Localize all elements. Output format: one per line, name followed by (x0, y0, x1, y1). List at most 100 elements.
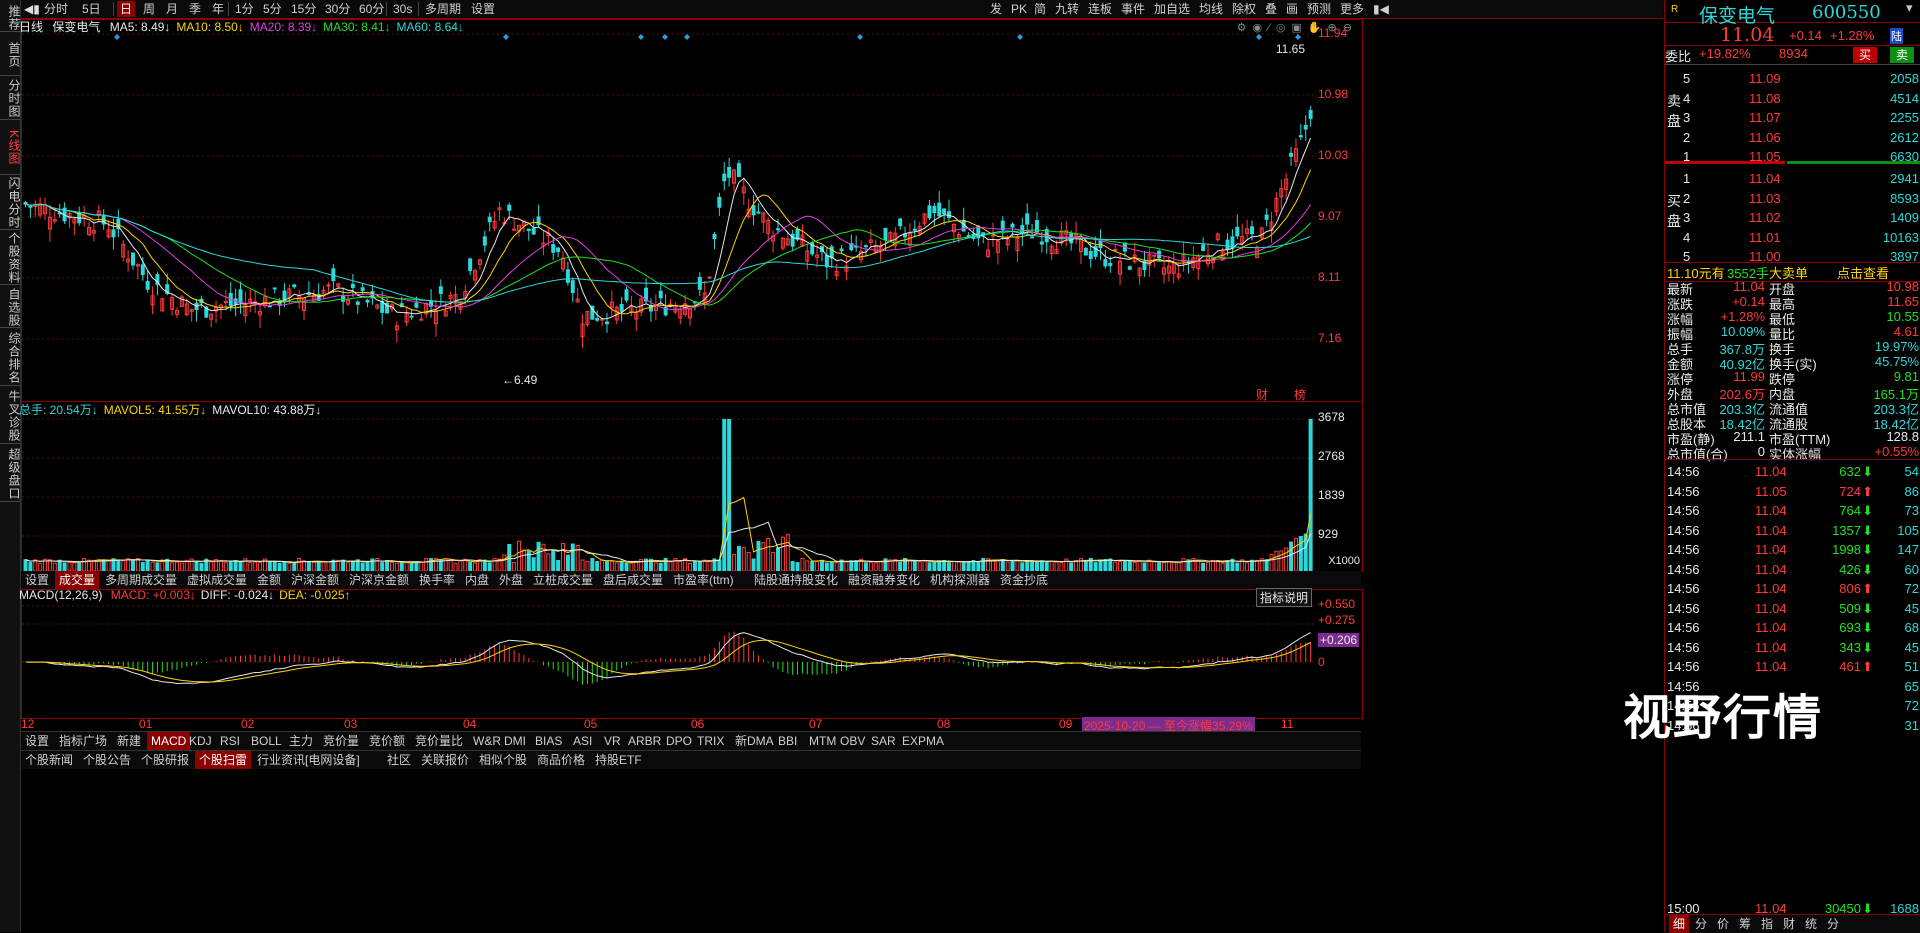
period-tab-13[interactable]: 多周期 (422, 1, 464, 17)
indicator-tab-15[interactable]: 机构探测器 (926, 571, 994, 589)
period-tab-0[interactable]: 分时 (41, 1, 71, 17)
indicator-select-19[interactable]: 新DMA (731, 732, 778, 750)
period-tab-4[interactable]: 月 (163, 1, 181, 17)
indicator-select-16[interactable]: ARBR (624, 732, 665, 750)
indicator-select-0[interactable]: 设置 (21, 732, 53, 750)
indicator-select-3[interactable]: MACD (147, 732, 191, 750)
order-row[interactable]: 1 11.04 2941 (1665, 171, 1920, 189)
sidebar-tab-2[interactable]: 分时图 (0, 76, 21, 120)
period-tab-5[interactable]: 季 (186, 1, 204, 17)
indicator-tab-13[interactable]: 陆股通持股变化 (750, 571, 842, 589)
indicator-tab-2[interactable]: 多周期成交量 (101, 571, 181, 589)
order-row[interactable]: 4 11.01 10163 (1665, 230, 1920, 248)
toolbar-right-12[interactable]: 更多 (1337, 1, 1367, 17)
indicator-select-18[interactable]: TRIX (693, 732, 728, 750)
quote-tab-6[interactable]: 统 (1801, 915, 1821, 933)
sidebar-tab-7[interactable]: 综合排名 (0, 328, 21, 386)
sidebar-tab-1[interactable]: 首页 (0, 32, 21, 76)
period-tab-9[interactable]: 15分 (288, 1, 319, 17)
order-row[interactable]: 3 11.07 2255 (1665, 110, 1920, 128)
indicator-select-7[interactable]: 主力 (285, 732, 317, 750)
sidebar-tab-4[interactable]: 闪电分时 (0, 175, 21, 230)
indicator-select-1[interactable]: 指标广场 (55, 732, 111, 750)
sidebar-tab-5[interactable]: 个股资料 (0, 230, 21, 285)
quote-tab-1[interactable]: 分 (1691, 915, 1711, 933)
indicator-select-10[interactable]: 竞价量比 (411, 732, 467, 750)
news-tab-0[interactable]: 个股新闻 (21, 751, 77, 769)
indicator-select-23[interactable]: SAR (867, 732, 900, 750)
menu-arrow-icon[interactable]: ▾ (1906, 0, 1913, 16)
collapse-icon[interactable]: ◀▮ (21, 1, 43, 17)
indicator-select-20[interactable]: BBI (774, 732, 801, 750)
toolbar-right-7[interactable]: 均线 (1196, 1, 1226, 17)
quote-tab-3[interactable]: 筹 (1735, 915, 1755, 933)
indicator-tab-14[interactable]: 融资融券变化 (844, 571, 924, 589)
indicator-select-6[interactable]: BOLL (247, 732, 286, 750)
indicator-tab-11[interactable]: 盘后成交量 (599, 571, 667, 589)
sidebar-tab-8[interactable]: 牛叉诊股 (0, 386, 21, 444)
toolbar-right-1[interactable]: PK (1008, 1, 1030, 17)
period-tab-12[interactable]: 30s (390, 1, 415, 17)
indicator-tab-9[interactable]: 外盘 (495, 571, 527, 589)
indicator-select-9[interactable]: 竞价额 (365, 732, 409, 750)
macd-chart[interactable] (22, 590, 1362, 718)
buy-button[interactable]: 买 (1853, 47, 1877, 63)
quote-tab-0[interactable]: 细 (1669, 915, 1690, 933)
sidebar-tab-3[interactable]: K线图 (0, 120, 21, 175)
indicator-select-17[interactable]: DPO (662, 732, 696, 750)
toolbar-more-icon[interactable]: ▮◀ (1370, 1, 1392, 17)
order-row[interactable]: 2 11.03 8593 (1665, 191, 1920, 209)
period-tab-11[interactable]: 60分 (356, 1, 387, 17)
order-row[interactable]: 2 11.06 2612 (1665, 130, 1920, 148)
indicator-tab-7[interactable]: 换手率 (415, 571, 459, 589)
quote-tab-4[interactable]: 指 (1757, 915, 1777, 933)
period-tab-1[interactable]: 5日 (79, 1, 104, 17)
news-tab-9[interactable]: 持股ETF (591, 751, 646, 769)
toolbar-right-2[interactable]: 简 (1031, 1, 1049, 17)
period-tab-6[interactable]: 年 (209, 1, 227, 17)
sidebar-tab-6[interactable]: 自选股 (0, 285, 21, 328)
kline-chart[interactable] (22, 20, 1362, 401)
sidebar-tab-0[interactable]: 推荐 (0, 2, 21, 32)
toolbar-right-10[interactable]: 画 (1283, 1, 1301, 17)
indicator-select-22[interactable]: OBV (836, 732, 869, 750)
indicator-tab-16[interactable]: 资金抄底 (996, 571, 1052, 589)
news-tab-2[interactable]: 个股研报 (137, 751, 193, 769)
news-tab-4[interactable]: 行业资讯[电网设备] (253, 751, 364, 769)
period-tab-3[interactable]: 周 (140, 1, 158, 17)
news-tab-1[interactable]: 个股公告 (79, 751, 135, 769)
indicator-select-8[interactable]: 竞价量 (319, 732, 363, 750)
toolbar-right-0[interactable]: 发 (987, 1, 1005, 17)
toolbar-right-11[interactable]: 预测 (1304, 1, 1334, 17)
toolbar-right-4[interactable]: 连板 (1085, 1, 1115, 17)
order-row[interactable]: 3 11.02 1409 (1665, 210, 1920, 228)
news-tab-8[interactable]: 商品价格 (533, 751, 589, 769)
indicator-select-5[interactable]: RSI (216, 732, 244, 750)
indicator-select-15[interactable]: VR (600, 732, 625, 750)
indicator-tab-3[interactable]: 虚拟成交量 (183, 571, 251, 589)
indicator-select-14[interactable]: ASI (569, 732, 596, 750)
period-tab-14[interactable]: 设置 (468, 1, 498, 17)
indicator-tab-5[interactable]: 沪深金额 (287, 571, 343, 589)
quote-tab-5[interactable]: 财 (1779, 915, 1799, 933)
indicator-tab-10[interactable]: 立桩成交量 (529, 571, 597, 589)
order-row[interactable]: 5 11.09 2058 (1665, 71, 1920, 89)
sell-button[interactable]: 卖 (1890, 47, 1914, 63)
news-tab-3[interactable]: 个股扫雷 (195, 751, 252, 769)
indicator-tab-12[interactable]: 市盈率(ttm) (669, 571, 738, 589)
volume-chart[interactable] (22, 402, 1362, 571)
quote-tab-2[interactable]: 价 (1713, 915, 1733, 933)
toolbar-right-9[interactable]: 叠 (1262, 1, 1280, 17)
period-tab-8[interactable]: 5分 (260, 1, 285, 17)
news-tab-6[interactable]: 关联报价 (417, 751, 473, 769)
toolbar-right-8[interactable]: 除权 (1229, 1, 1259, 17)
period-tab-2[interactable]: 日 (117, 1, 136, 17)
indicator-tab-8[interactable]: 内盘 (461, 571, 493, 589)
quote-tab-7[interactable]: 分 (1823, 915, 1843, 933)
indicator-select-12[interactable]: DMI (500, 732, 530, 750)
order-row[interactable]: 4 11.08 4514 (1665, 91, 1920, 109)
toolbar-right-5[interactable]: 事件 (1118, 1, 1148, 17)
indicator-tab-6[interactable]: 沪深京金额 (345, 571, 413, 589)
indicator-select-4[interactable]: KDJ (185, 732, 216, 750)
news-tab-7[interactable]: 相似个股 (475, 751, 531, 769)
